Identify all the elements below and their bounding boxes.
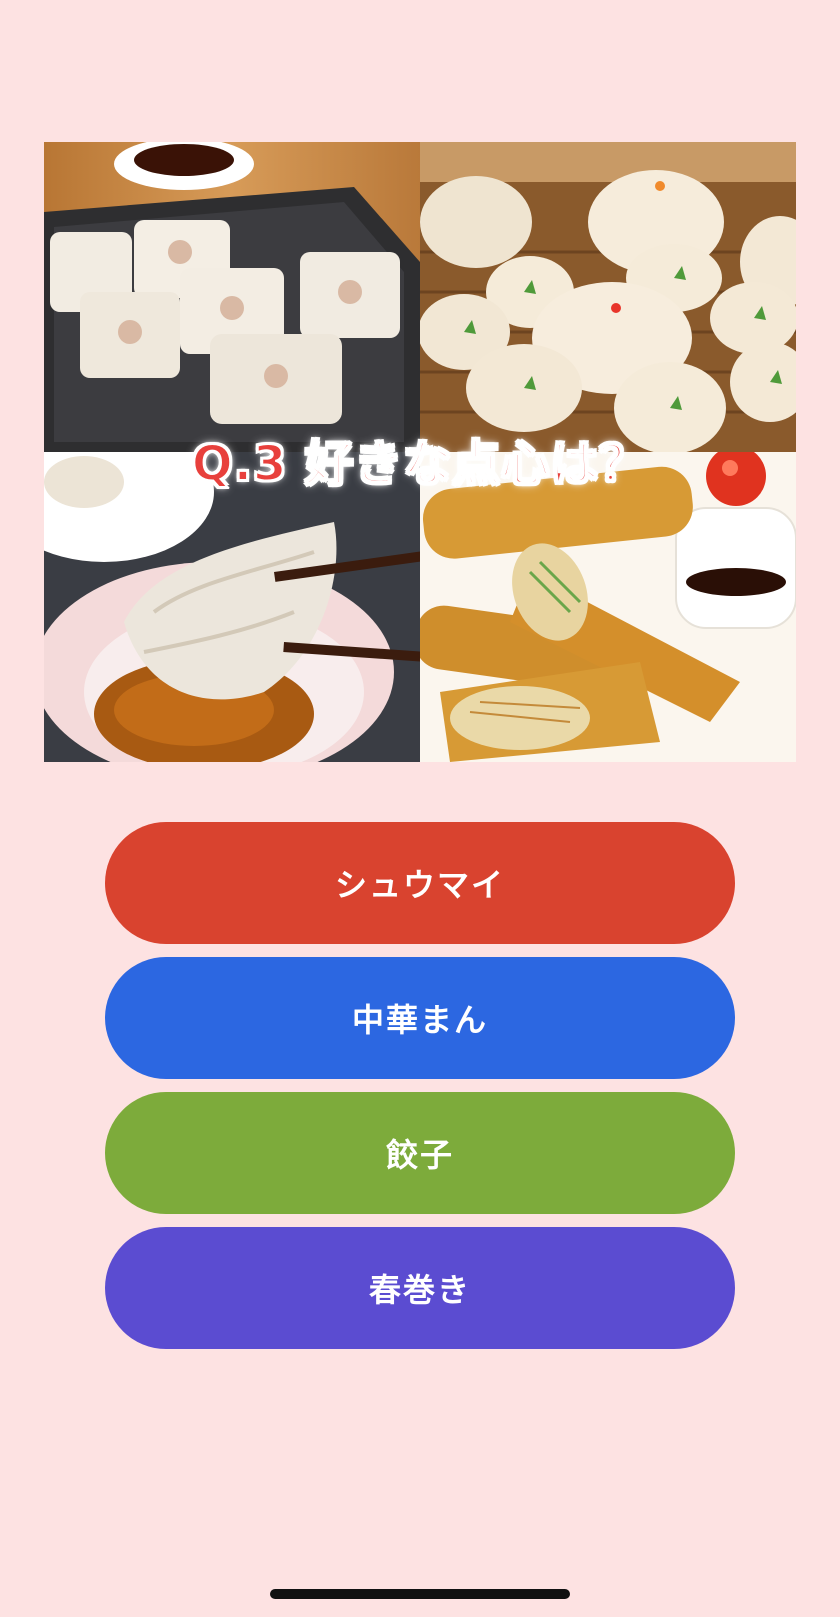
- answer-button-shumai[interactable]: シュウマイ: [105, 822, 735, 944]
- answer-label: 餃子: [385, 1136, 454, 1174]
- question-image: Q.3 好きな点心は？: [44, 142, 796, 762]
- answer-button-gyoza[interactable]: 餃子: [105, 1092, 735, 1214]
- answer-label: シュウマイ: [334, 866, 505, 904]
- chukaman-photo: [420, 142, 796, 452]
- answer-button-chukaman[interactable]: 中華まん: [105, 957, 735, 1079]
- home-indicator[interactable]: [270, 1589, 570, 1599]
- answer-label: 中華まん: [351, 1001, 488, 1039]
- harumaki-photo: [420, 452, 796, 762]
- answer-list: シュウマイ 中華まん 餃子 春巻き: [105, 822, 735, 1362]
- shumai-photo: [44, 142, 420, 452]
- answer-button-harumaki[interactable]: 春巻き: [105, 1227, 735, 1349]
- gyoza-photo: [44, 452, 420, 762]
- answer-label: 春巻き: [368, 1271, 471, 1309]
